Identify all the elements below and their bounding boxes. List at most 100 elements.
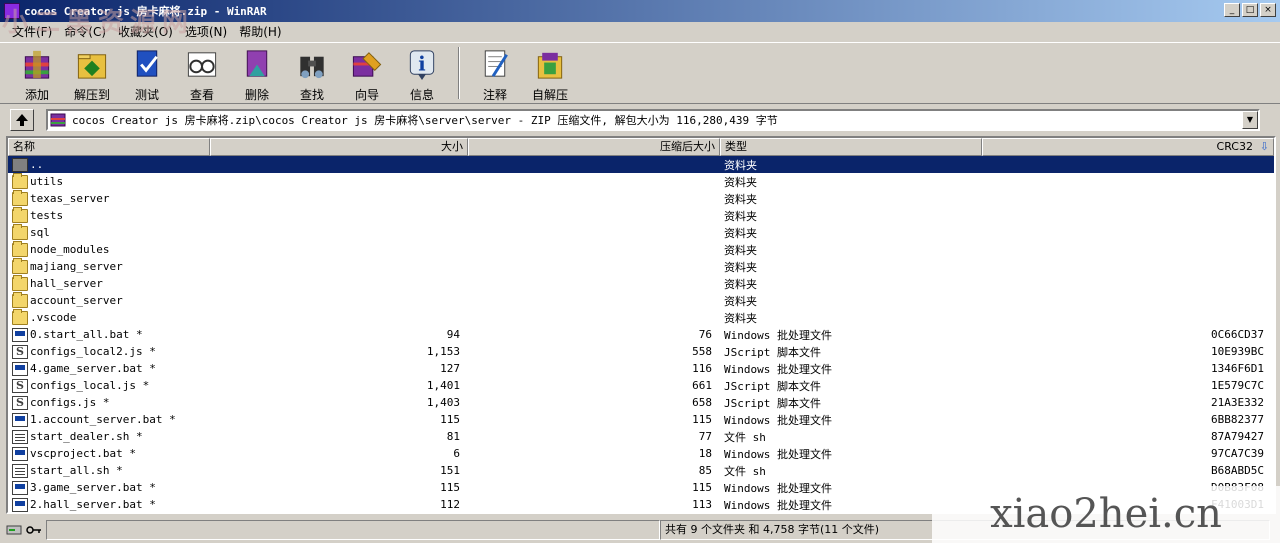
table-row[interactable]: hall_server 资料夹 xyxy=(8,274,1274,292)
sfx-button[interactable]: 自解压 xyxy=(523,43,577,103)
cell-type: 资料夹 xyxy=(724,209,757,223)
sfx-icon xyxy=(537,52,563,79)
file-name: vscproject.bat * xyxy=(30,447,136,460)
file-name: configs_local.js * xyxy=(30,379,150,392)
cell-name: hall_server xyxy=(8,274,208,291)
maximize-button[interactable]: □ xyxy=(1242,3,1258,17)
cell-size: 112 xyxy=(440,498,460,511)
cell-type: 资料夹 xyxy=(724,277,757,291)
wizard-button[interactable]: 向导 xyxy=(340,43,394,103)
cell-packed: 115 xyxy=(692,413,712,426)
table-row[interactable]: utils 资料夹 xyxy=(8,172,1274,190)
file-name: majiang_server xyxy=(30,260,123,273)
delete-icon xyxy=(246,50,268,77)
info-button[interactable]: i 信息 xyxy=(395,43,449,103)
cell-name: vscproject.bat * xyxy=(8,446,208,461)
cell-crc: 6BB82377 xyxy=(1211,413,1264,426)
cell-size: 1,403 xyxy=(426,396,460,409)
cell-name: configs.js * xyxy=(8,395,208,410)
menu-bar: 文件(F) 命令(C) 收藏夹(O) 选项(N) 帮助(H) xyxy=(0,22,1280,42)
cell-packed: 115 xyxy=(692,481,712,494)
table-row[interactable]: .. 资料夹 xyxy=(8,156,1274,173)
table-row[interactable]: configs_local.js * 1,401 661 JScript 脚本文件 1E… xyxy=(8,377,1274,394)
batch-file-icon xyxy=(12,327,28,342)
cell-type: JScript 脚本文件 xyxy=(724,379,821,393)
column-header-size[interactable]: 大小 xyxy=(210,138,468,156)
status-bar: 共有 9 个文件夹 和 4,758 字节(11 个文件) xyxy=(0,516,1280,543)
chevron-down-icon: ▼ xyxy=(1246,115,1254,124)
shell-file-icon xyxy=(12,429,28,444)
add-icon xyxy=(24,50,50,79)
path-dropdown-button[interactable]: ▼ xyxy=(1242,111,1258,129)
cell-type: 资料夹 xyxy=(724,158,757,172)
file-name: 1.account_server.bat * xyxy=(30,413,176,426)
comment-button[interactable]: 注释 xyxy=(468,43,522,103)
minimize-button[interactable]: _ xyxy=(1224,3,1240,17)
menu-favorites[interactable]: 收藏夹(O) xyxy=(112,22,179,42)
comment-icon xyxy=(484,50,508,77)
extract-to-button[interactable]: 解压到 xyxy=(65,43,119,103)
table-row[interactable]: tests 资料夹 xyxy=(8,206,1274,224)
cell-size: 1,401 xyxy=(426,379,460,392)
table-row[interactable]: configs.js * 1,403 658 JScript 脚本文件 21A3E332 xyxy=(8,394,1274,411)
table-row[interactable]: 2.hall_server.bat * 112 113 Windows 批处理文件 F4… xyxy=(8,496,1274,512)
view-button[interactable]: 查看 xyxy=(175,43,229,103)
cell-crc: 97CA7C39 xyxy=(1211,447,1264,460)
archive-icon xyxy=(50,113,66,127)
menu-help[interactable]: 帮助(H) xyxy=(233,22,287,42)
table-row[interactable]: 0.start_all.bat * 94 76 Windows 批处理文件 0C66CD… xyxy=(8,326,1274,343)
table-row[interactable]: start_all.sh * 151 85 文件 sh B68ABD5C xyxy=(8,462,1274,479)
script-file-icon xyxy=(12,344,28,359)
table-row[interactable]: account_server 资料夹 xyxy=(8,291,1274,309)
cell-crc: 0C66CD37 xyxy=(1211,328,1264,341)
cell-name: node_modules xyxy=(8,240,208,257)
title-bar[interactable]: cocos Creator js 房卡麻将.zip - WinRAR _ □ × xyxy=(0,0,1280,22)
column-header-packed[interactable]: 压缩后大小 xyxy=(468,138,720,156)
table-row[interactable]: sql 资料夹 xyxy=(8,223,1274,241)
winrar-app-icon xyxy=(4,3,20,19)
parent-folder-icon xyxy=(12,157,28,172)
add-button[interactable]: 添加 xyxy=(10,43,64,103)
cell-type: Windows 批处理文件 xyxy=(724,328,832,342)
up-folder-button[interactable] xyxy=(10,109,34,131)
menu-options[interactable]: 选项(N) xyxy=(179,22,233,42)
window-title: cocos Creator js 房卡麻将.zip - WinRAR xyxy=(24,5,267,18)
table-row[interactable]: configs_local2.js * 1,153 558 JScript 脚本文件 1… xyxy=(8,343,1274,360)
menu-commands[interactable]: 命令(C) xyxy=(58,22,112,42)
close-button[interactable]: × xyxy=(1260,3,1276,17)
column-header-type[interactable]: 类型 xyxy=(720,138,982,156)
cell-type: Windows 批处理文件 xyxy=(724,481,832,495)
file-name: hall_server xyxy=(30,277,103,290)
cell-type: 资料夹 xyxy=(724,226,757,240)
cell-type: 资料夹 xyxy=(724,243,757,257)
column-header-crc[interactable]: CRC32 ⇩ xyxy=(982,138,1274,156)
table-row[interactable]: start_dealer.sh * 81 77 文件 sh 87A79427 xyxy=(8,428,1274,445)
column-header-name[interactable]: 名称 xyxy=(8,138,210,156)
status-summary: 共有 9 个文件夹 和 4,758 字节(11 个文件) xyxy=(660,519,1270,540)
table-row[interactable]: vscproject.bat * 6 18 Windows 批处理文件 97CA7C39 xyxy=(8,445,1274,462)
path-combobox[interactable]: cocos Creator js 房卡麻将.zip\cocos Creator … xyxy=(46,109,1260,131)
file-list[interactable]: 名称 大小 压缩后大小 类型 CRC32 ⇩ .. 资料夹 utils 资料夹 texa… xyxy=(6,136,1276,514)
find-button[interactable]: 查找 xyxy=(285,43,339,103)
address-bar: cocos Creator js 房卡麻将.zip\cocos Creator … xyxy=(0,106,1280,134)
cell-packed: 116 xyxy=(692,362,712,375)
table-row[interactable]: 3.game_server.bat * 115 115 Windows 批处理文件 D0… xyxy=(8,479,1274,496)
table-row[interactable]: majiang_server 资料夹 xyxy=(8,257,1274,275)
file-name: .vscode xyxy=(30,311,77,324)
table-row[interactable]: texas_server 资料夹 xyxy=(8,189,1274,207)
delete-button[interactable]: 删除 xyxy=(230,43,284,103)
table-row[interactable]: 1.account_server.bat * 115 115 Windows 批处理文… xyxy=(8,411,1274,428)
add-label: 添加 xyxy=(24,88,49,102)
menu-file[interactable]: 文件(F) xyxy=(6,22,58,42)
table-row[interactable]: .vscode 资料夹 xyxy=(8,308,1274,326)
table-row[interactable]: 4.game_server.bat * 127 116 Windows 批处理文件 13… xyxy=(8,360,1274,377)
file-name: start_all.sh * xyxy=(30,464,123,477)
test-button[interactable]: 测试 xyxy=(120,43,174,103)
cell-size: 115 xyxy=(440,413,460,426)
cell-packed: 658 xyxy=(692,396,712,409)
folder-icon xyxy=(12,223,28,240)
test-label: 测试 xyxy=(134,88,159,102)
batch-file-icon xyxy=(12,446,28,461)
cell-size: 6 xyxy=(453,447,460,460)
table-row[interactable]: node_modules 资料夹 xyxy=(8,240,1274,258)
